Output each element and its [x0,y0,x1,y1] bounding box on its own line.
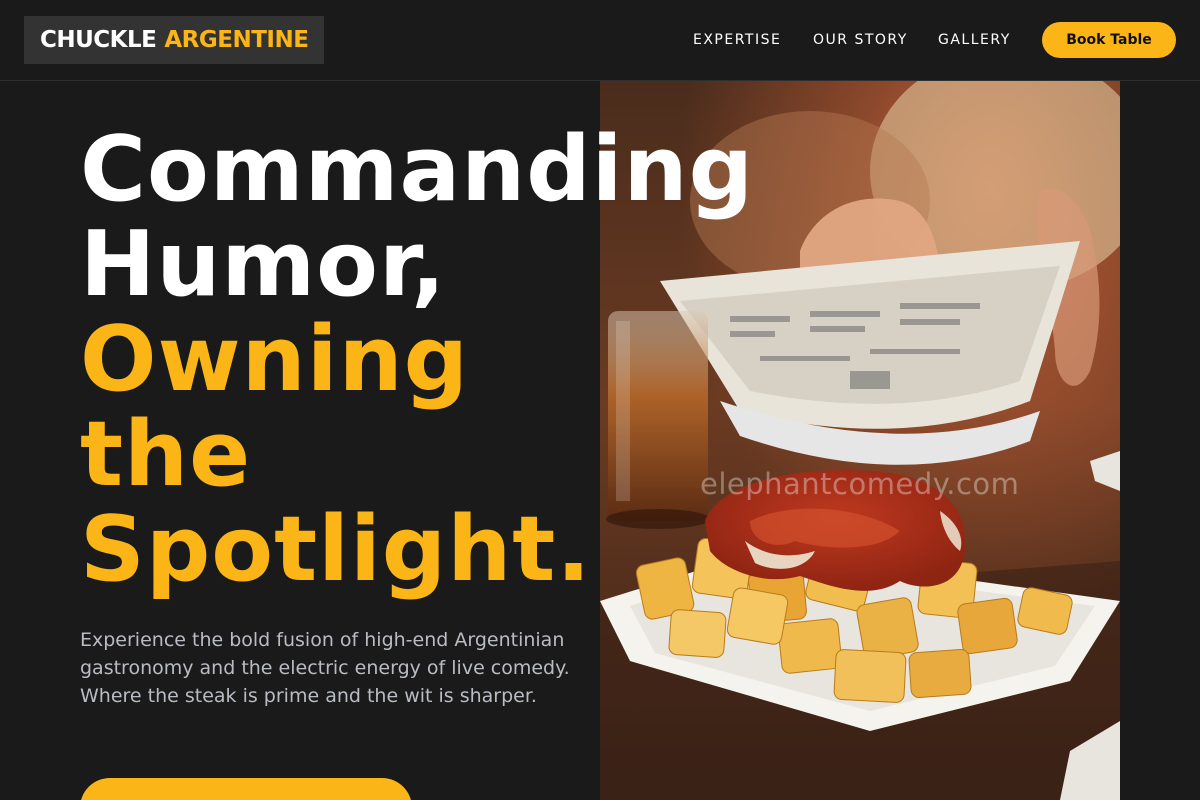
headline-line-5: Spotlight. [80,497,592,602]
brand-logo[interactable]: CHUCKLE ARGENTINE [24,16,324,64]
nav-link-expertise[interactable]: EXPERTISE [693,31,781,49]
nav-link-gallery[interactable]: GALLERY [938,31,1011,49]
headline-line-2: Humor, [80,212,447,317]
headline-line-4: the [80,402,252,507]
headline-line-1: Commanding [80,117,755,222]
landing-page: CHUCKLE ARGENTINE EXPERTISE OUR STORY GA… [0,0,1200,800]
book-table-button[interactable]: Book Table [1042,22,1176,58]
nav-link-our-story[interactable]: OUR STORY [813,31,908,49]
hero-headline: Commanding Humor, Owning the Spotlight. [80,122,754,597]
headline-line-3: Owning [80,307,470,412]
brand-name-part1: CHUCKLE [40,27,157,53]
site-header: CHUCKLE ARGENTINE EXPERTISE OUR STORY GA… [0,0,1200,81]
brand-name-part2: ARGENTINE [164,27,309,53]
hero-description: Experience the bold fusion of high-end A… [80,629,570,707]
hero-cta-button[interactable] [80,778,412,800]
